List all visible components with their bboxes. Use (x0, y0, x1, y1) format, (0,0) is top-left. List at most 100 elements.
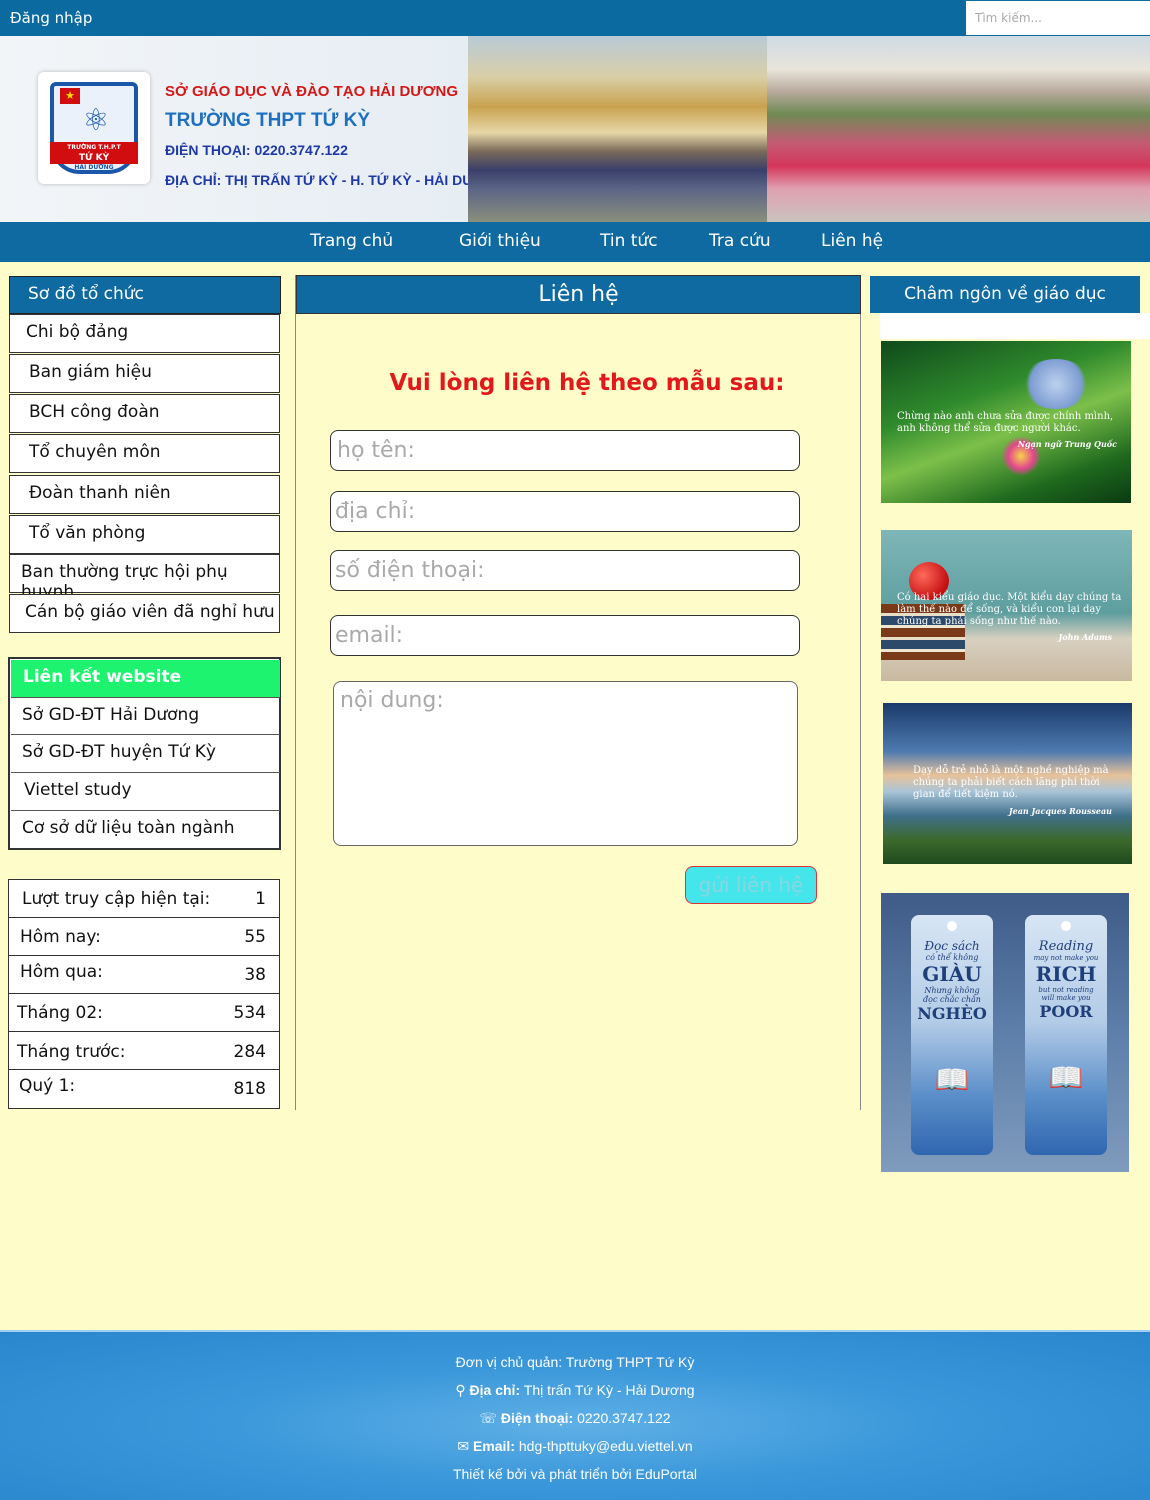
stat-label: Tháng 02: (17, 1003, 103, 1023)
nav-home[interactable]: Trang chủ (310, 231, 393, 251)
butterfly-icon (1021, 359, 1091, 409)
quote-text: Dạy dỗ trẻ nhỏ là một nghề nghiệp mà chú… (913, 765, 1109, 800)
open-book-icon: 📖 (934, 1063, 970, 1096)
top-bar: Đăng nhập (0, 0, 1150, 36)
website-links-header: Liên kết website (11, 660, 280, 697)
link-hai-duong-doe[interactable]: Sở GD-ĐT Hải Dương (11, 697, 280, 734)
login-link[interactable]: Đăng nhập (10, 9, 92, 27)
nav-news[interactable]: Tin tức (600, 231, 658, 251)
school-logo: ★ ⚛ TRƯỜNG T.H.P.T TỨ KỲ HẢI DƯƠNG (38, 72, 150, 184)
atom-icon: ⚛ (82, 103, 110, 138)
org-item-departments[interactable]: Tổ chuyên môn (9, 434, 280, 473)
email-field[interactable] (330, 615, 800, 656)
stat-value: 38 (244, 965, 266, 985)
quote-author: Ngạn ngữ Trung Quốc (1017, 439, 1117, 449)
org-item-office[interactable]: Tổ văn phòng (9, 515, 280, 554)
phone-icon: ☏ (479, 1410, 497, 1426)
org-item-board[interactable]: Ban giám hiệu (9, 354, 280, 393)
footer-email-label: Email: (472, 1438, 515, 1454)
phone-field[interactable] (330, 550, 800, 591)
stat-value: 55 (244, 927, 266, 947)
reading-bookmarks-image: Đọc sách có thể không GIÀU Nhưng không đ… (881, 893, 1129, 1172)
map-pin-icon: ⚲ (455, 1382, 466, 1398)
quotes-header-spacer (880, 313, 1150, 339)
header-banner: ★ ⚛ TRƯỜNG T.H.P.T TỨ KỲ HẢI DƯƠNG SỞ GI… (0, 36, 1150, 222)
stat-row-month: Tháng 02: 534 (9, 994, 279, 1032)
nav-about[interactable]: Giới thiệu (459, 231, 541, 251)
footer-phone: ☏ Điện thoại: 0220.3747.122 (0, 1410, 1150, 1427)
quote-image-apple: Có hai kiểu giáo dục. Một kiểu dạy chúng… (881, 530, 1132, 681)
quote-author: John Adams (1058, 632, 1113, 642)
address-field[interactable] (330, 491, 800, 532)
bookmark-line: POOR (1039, 1002, 1093, 1021)
footer-address-value: Thị trấn Tứ Kỳ - Hải Dương (523, 1382, 695, 1398)
footer-address-label: Địa chỉ: (469, 1382, 521, 1398)
stat-row-yesterday: Hôm qua: 38 (9, 956, 279, 994)
bookmark-line: Đọc sách (924, 939, 980, 953)
stat-label: Hôm qua: (20, 962, 103, 982)
banner-phone: ĐIỆN THOẠI: 0220.3747.122 (165, 142, 348, 158)
bookmark-english: Reading may not make you RICH but not re… (1025, 915, 1107, 1155)
nav-contact[interactable]: Liên hệ (821, 231, 883, 251)
stat-label: Lượt truy cập hiện tại: (22, 889, 211, 909)
message-field[interactable] (333, 681, 798, 846)
stat-value: 1 (255, 889, 266, 909)
stat-row-last-month: Tháng trước: 284 (9, 1032, 279, 1070)
stat-label: Hôm nay: (20, 927, 101, 947)
contact-header: Liên hệ (296, 275, 861, 314)
logo-emblem: ★ ⚛ TRƯỜNG T.H.P.T TỨ KỲ HẢI DƯƠNG (50, 82, 138, 174)
banner-address: ĐỊA CHỈ: THỊ TRẤN TỨ KỲ - H. TỨ KỲ - HẢI… (165, 172, 507, 188)
footer-phone-value: 0220.3747.122 (577, 1410, 671, 1426)
bookmark-hole (1061, 921, 1071, 931)
logo-ribbon: TRƯỜNG T.H.P.T TỨ KỲ (50, 142, 138, 164)
link-tu-ky-doe[interactable]: Sở GD-ĐT huyện Tứ Kỳ (11, 734, 280, 771)
search-input[interactable] (966, 1, 1150, 35)
footer-unit: Đơn vị chủ quản: Trường THPT Tứ Kỳ (455, 1354, 695, 1370)
quote-image-butterfly: Chừng nào anh chưa sửa được chính mình, … (881, 341, 1131, 503)
envelope-icon: ✉ (457, 1438, 470, 1454)
org-item-youth-union[interactable]: Đoàn thanh niên (9, 475, 280, 514)
bookmark-line: NGHÈO (917, 1004, 987, 1023)
org-item-union[interactable]: BCH công đoàn (9, 394, 280, 433)
link-viettel-study[interactable]: Viettel study (11, 772, 280, 809)
stat-label: Quý 1: (19, 1076, 76, 1096)
bookmark-line: but not reading (1038, 986, 1094, 994)
stat-value: 534 (233, 1003, 266, 1023)
bookmark-line: will make you (1041, 994, 1091, 1002)
footer-phone-label: Điện thoại: (500, 1410, 574, 1426)
org-chart-header: Sơ đồ tổ chức (9, 276, 281, 314)
bookmark-vietnamese: Đọc sách có thể không GIÀU Nhưng không đ… (911, 915, 993, 1155)
bookmark-line: Reading (1038, 939, 1094, 954)
open-book-icon: 📖 (1048, 1061, 1084, 1094)
bookmark-line: Nhưng không (924, 986, 980, 995)
main-nav: Trang chủ Giới thiệu Tin tức Tra cứu Liê… (0, 222, 1150, 262)
logo-bottom-text: HẢI DƯƠNG (74, 164, 114, 171)
contact-instruction: Vui lòng liên hệ theo mẫu sau: (389, 370, 785, 396)
org-item-parents[interactable]: Ban thường trực hội phụ huynh (9, 554, 280, 602)
website-links-box: Liên kết website Sở GD-ĐT Hải Dương Sở G… (8, 657, 281, 850)
quote-text: Chừng nào anh chưa sửa được chính mình, … (897, 411, 1114, 434)
bookmark-line: RICH (1035, 962, 1097, 986)
stat-value: 284 (233, 1042, 266, 1062)
banner-school-name: TRƯỜNG THPT TỨ KỲ (165, 110, 371, 131)
bookmark-hole (947, 921, 957, 931)
name-field[interactable] (330, 430, 800, 471)
footer-credit: Thiết kế bởi và phát triển bởi EduPortal (452, 1466, 698, 1482)
flag-star-icon: ★ (60, 88, 80, 104)
footer: Đơn vị chủ quản: Trường THPT Tứ Kỳ ⚲ Địa… (0, 1330, 1150, 1500)
nav-lookup[interactable]: Tra cứu (709, 231, 771, 251)
school-ceremony-photo (468, 36, 768, 222)
bookmark-line: may not make you (1033, 954, 1099, 962)
banner-department: SỞ GIÁO DỤC VÀ ĐÀO TẠO HẢI DƯƠNG (165, 83, 459, 100)
stat-row-current: Lượt truy cập hiện tại: 1 (9, 880, 279, 918)
footer-email-value[interactable]: hdg-thpttuky@edu.viettel.vn (519, 1438, 693, 1454)
bookmark-line: có thể không (925, 953, 979, 962)
stat-row-quarter: Quý 1: 818 (9, 1070, 279, 1108)
link-education-database[interactable]: Cơ sở dữ liệu toàn ngành (11, 810, 280, 847)
org-item-party[interactable]: Chi bộ đảng (9, 314, 280, 353)
stat-row-today: Hôm nay: 55 (9, 918, 279, 956)
send-contact-button[interactable]: gửi liên hệ (685, 866, 817, 904)
bookmark-line: GIÀU (922, 962, 982, 986)
org-item-retired[interactable]: Cán bộ giáo viên đã nghỉ hưu (9, 594, 280, 633)
stat-value: 818 (233, 1079, 266, 1099)
